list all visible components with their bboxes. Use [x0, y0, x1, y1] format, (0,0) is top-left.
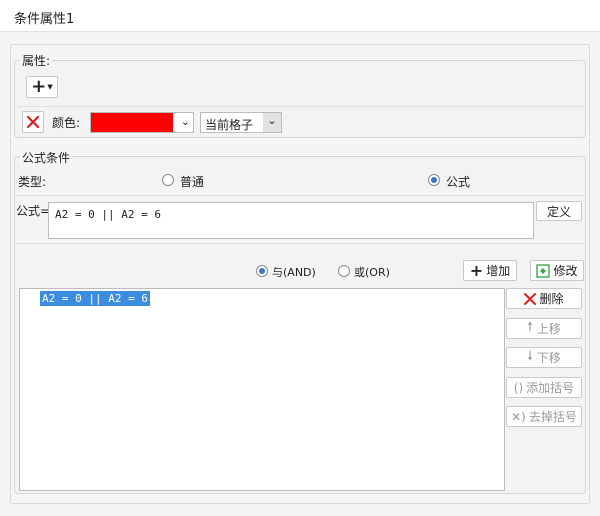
radio-normal[interactable] [162, 174, 174, 186]
radio-and-label: 与(AND) [272, 266, 316, 279]
formula-label: 公式= [16, 204, 51, 218]
radio-or[interactable] [338, 265, 350, 277]
add-bracket-label: 添加括号 [526, 381, 575, 395]
arrow-down-icon: 🠗 [527, 348, 533, 364]
list-item[interactable]: A2 = 0 || A2 = 6 [40, 291, 150, 306]
formula-input[interactable]: A2 = 0 || A2 = 6 [48, 202, 534, 239]
define-button[interactable]: 定义 [536, 201, 582, 221]
radio-formula-label: 公式 [446, 175, 471, 189]
modify-icon [536, 263, 551, 278]
add-property-button[interactable]: + ▼ [26, 76, 58, 98]
type-label: 类型: [18, 175, 47, 189]
properties-label: 属性: [20, 52, 53, 69]
delete-button[interactable]: 删除 [506, 288, 582, 309]
bracket-icon: () [513, 380, 524, 395]
move-up-button[interactable]: 🠕 上移 [506, 318, 582, 339]
modify-condition-button[interactable]: 修改 [530, 260, 584, 281]
close-icon [26, 115, 40, 129]
plus-icon: + [469, 260, 484, 280]
arrow-up-icon: 🠕 [527, 319, 533, 335]
radio-and[interactable] [256, 265, 268, 277]
color-label: 颜色: [52, 116, 81, 130]
condition-list[interactable]: A2 = 0 || A2 = 6 [19, 288, 505, 491]
radio-formula[interactable] [428, 174, 440, 186]
divider [16, 195, 584, 196]
remove-bracket-icon: ✕) [511, 409, 526, 424]
scope-value: 当前格子 [205, 118, 254, 132]
title-bar [0, 0, 600, 32]
remove-property-button[interactable] [22, 111, 44, 133]
close-icon [524, 292, 537, 305]
chevron-down-icon: ▼ [47, 83, 53, 91]
scope-select[interactable]: 当前格子 ⌄ [200, 112, 282, 133]
plus-icon: + [31, 76, 47, 97]
radio-or-label: 或(OR) [354, 266, 390, 279]
remove-bracket-button[interactable]: ✕) 去掉括号 [506, 406, 582, 427]
chevron-down-icon: ⌄ [263, 113, 281, 132]
remove-bracket-label: 去掉括号 [528, 410, 577, 424]
color-swatch [91, 113, 173, 132]
delete-label: 删除 [539, 292, 564, 306]
add-bracket-button[interactable]: () 添加括号 [506, 377, 582, 398]
move-down-label: 下移 [536, 351, 561, 365]
color-picker[interactable]: ⌄ [90, 112, 194, 133]
add-condition-label: 增加 [486, 264, 511, 278]
move-down-button[interactable]: 🠗 下移 [506, 347, 582, 368]
divider [16, 243, 584, 244]
modify-condition-label: 修改 [553, 264, 578, 278]
add-condition-button[interactable]: + 增加 [463, 260, 517, 281]
window-title: 条件属性1 [14, 12, 75, 27]
move-up-label: 上移 [536, 322, 561, 336]
radio-normal-label: 普通 [180, 175, 205, 189]
chevron-down-icon: ⌄ [180, 115, 190, 128]
formula-section-label: 公式条件 [20, 149, 73, 166]
